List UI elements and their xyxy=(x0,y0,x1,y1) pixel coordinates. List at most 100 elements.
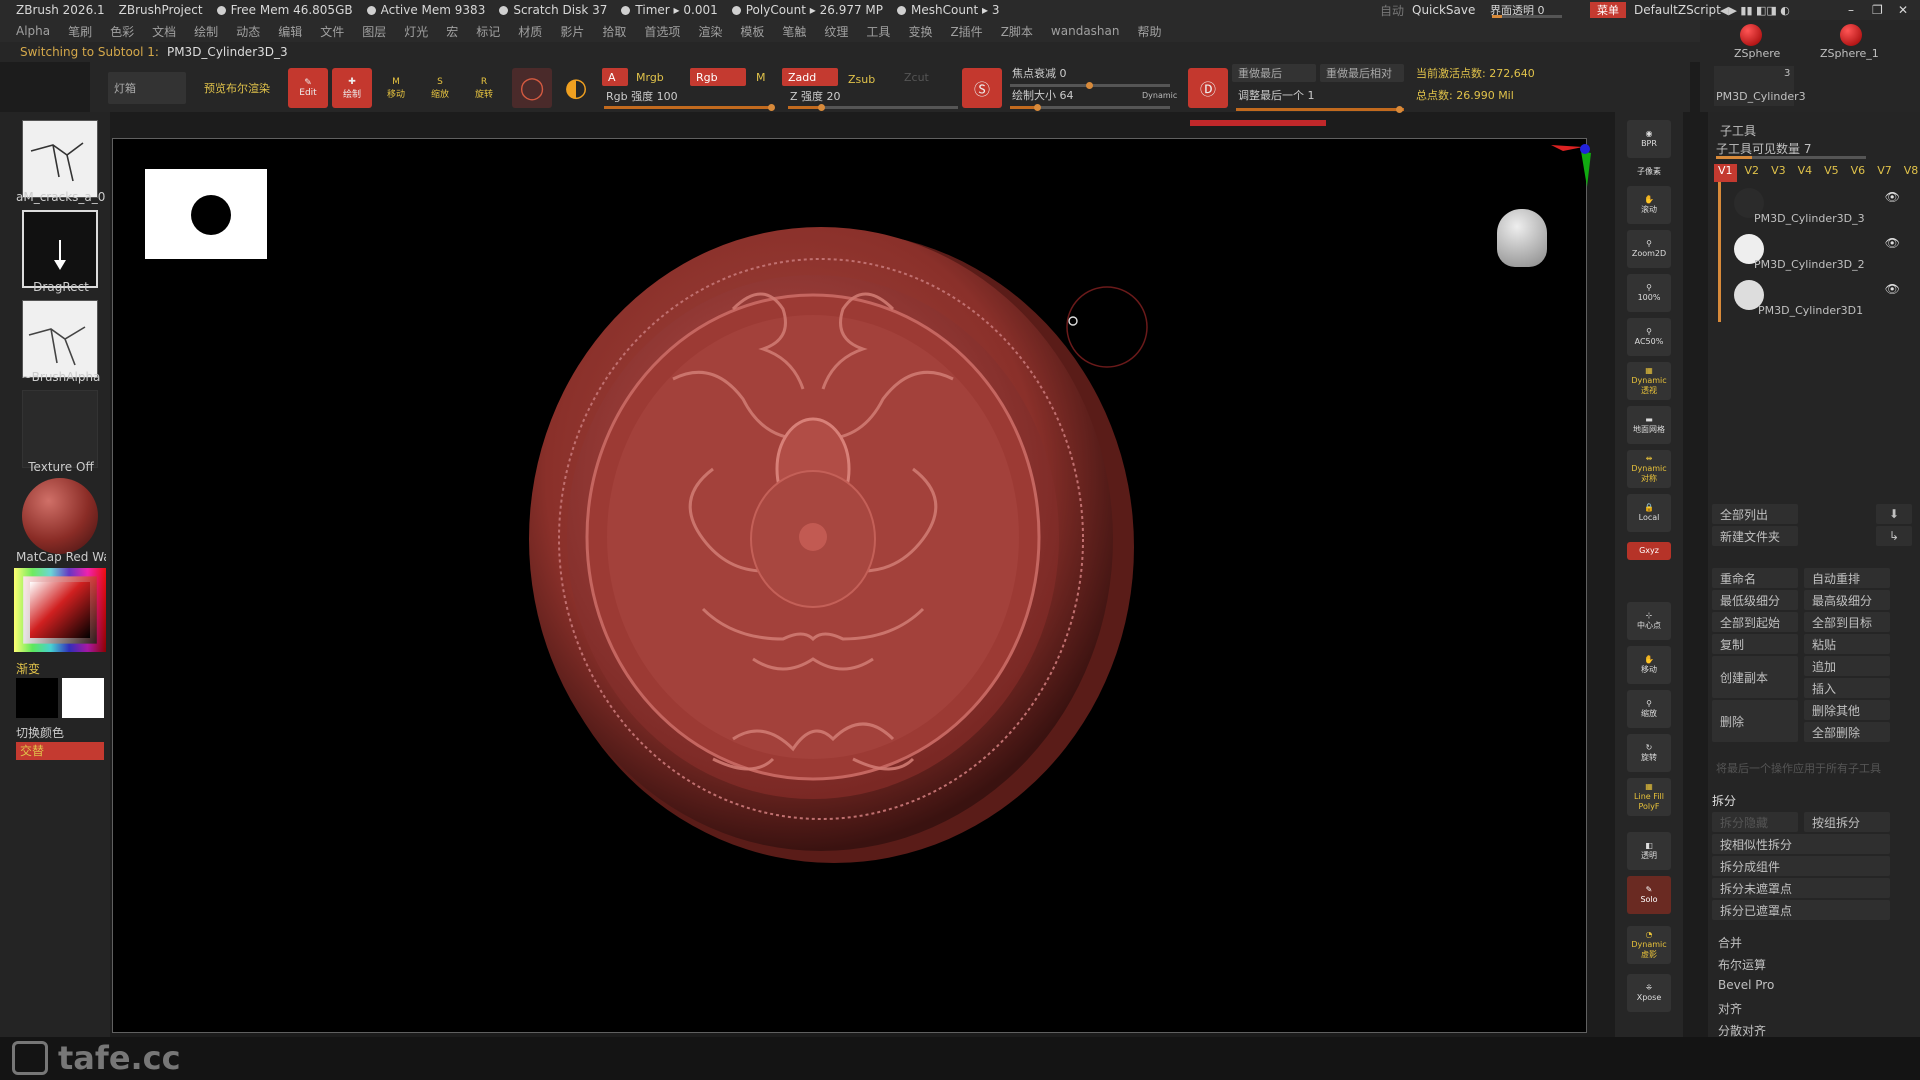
menu-item[interactable]: 标记 xyxy=(476,23,500,40)
menu-item[interactable]: 图层 xyxy=(362,23,386,40)
paste-button[interactable]: 粘贴 xyxy=(1804,634,1890,654)
menu-item[interactable]: 渲染 xyxy=(698,23,722,40)
menu-item[interactable]: 色彩 xyxy=(110,23,134,40)
rgb-intensity[interactable]: Rgb 强度 100 xyxy=(600,88,684,104)
insert-button[interactable]: 插入 xyxy=(1804,678,1890,698)
secondary-color-swatch[interactable] xyxy=(62,678,104,718)
highest-subdiv-button[interactable]: 最高级细分 xyxy=(1804,590,1890,610)
split-parts-button[interactable]: 拆分成组件 xyxy=(1712,856,1890,876)
z-intensity-slider[interactable] xyxy=(788,104,958,111)
move-down-icon[interactable]: ⬇ xyxy=(1876,504,1912,524)
groups-split-button[interactable]: 按组拆分 xyxy=(1804,812,1890,832)
xpose-button[interactable]: ⁜ Xpose xyxy=(1627,974,1671,1012)
ac50-button[interactable]: ⚲ AC50% xyxy=(1627,318,1671,356)
draw-size-slider[interactable] xyxy=(1010,104,1170,111)
menu-item[interactable]: 材质 xyxy=(518,23,542,40)
scale-button[interactable]: S 缩放 xyxy=(420,68,460,108)
menu-item[interactable]: 工具 xyxy=(866,23,890,40)
insert-arrow-icon[interactable]: ↳ xyxy=(1876,526,1912,546)
append-button[interactable]: 追加 xyxy=(1804,656,1890,676)
default-script[interactable]: DefaultZScript xyxy=(1634,3,1721,17)
eye-icon[interactable]: 👁 xyxy=(1885,236,1900,250)
menu-item[interactable]: 绘制 xyxy=(194,23,218,40)
stroke-thumb[interactable] xyxy=(22,210,98,288)
copy-button[interactable]: 复制 xyxy=(1712,634,1798,654)
move-button[interactable]: M 移动 xyxy=(376,68,416,108)
menu-item[interactable]: 帮助 xyxy=(1137,23,1161,40)
transparency-button[interactable]: ◧ 透明 xyxy=(1627,832,1671,870)
edit-button[interactable]: ✎ Edit xyxy=(288,68,328,108)
rgb-intensity-slider[interactable] xyxy=(604,104,775,111)
m-button[interactable]: M xyxy=(750,68,772,86)
alpha-thumb[interactable] xyxy=(22,300,98,378)
align-section[interactable]: 对齐 xyxy=(1718,1000,1742,1017)
canvas-viewport[interactable] xyxy=(112,138,1591,1033)
center-pivot-button[interactable]: ⊹ 中心点 xyxy=(1627,602,1671,640)
brush-alpha-thumb[interactable] xyxy=(22,120,98,198)
mrgb-button[interactable]: Mrgb xyxy=(630,68,670,86)
gxyz-button[interactable]: Gxyz xyxy=(1627,542,1671,560)
menu-item[interactable]: 宏 xyxy=(446,23,458,40)
delete-other-button[interactable]: 删除其他 xyxy=(1804,700,1890,720)
zadd-button[interactable]: Zadd xyxy=(782,68,838,86)
split-masked-button[interactable]: 拆分已遮罩点 xyxy=(1712,900,1890,920)
split-unmasked-button[interactable]: 拆分未遮罩点 xyxy=(1712,878,1890,898)
focal-shift[interactable]: 焦点衰减 0 xyxy=(1006,64,1073,82)
lightbox-button[interactable]: 灯箱 xyxy=(108,72,186,104)
menu-item[interactable]: 笔刷 xyxy=(68,23,92,40)
redo-last-relative-button[interactable]: 重做最后相对 xyxy=(1320,64,1404,82)
menu-item[interactable]: Z插件 xyxy=(950,23,982,40)
texture-thumb[interactable] xyxy=(22,390,98,468)
draw-size[interactable]: 绘制大小 64 xyxy=(1006,86,1080,104)
list-all-button[interactable]: 全部列出 xyxy=(1712,504,1798,524)
gizmo-button[interactable]: ◯ xyxy=(512,68,552,108)
zoom2d-button[interactable]: ⚲ Zoom2D xyxy=(1627,230,1671,268)
preview-bpr-button[interactable]: 预览布尔渲染 xyxy=(198,72,276,104)
material-sphere[interactable] xyxy=(22,478,98,554)
restore-icon[interactable]: ❐ xyxy=(1872,3,1883,17)
ghost-button[interactable]: ◔ Dynamic 虚影 xyxy=(1627,926,1671,964)
dynamesh-button[interactable]: Ⓓ xyxy=(1188,68,1228,108)
quicksave-button[interactable]: QuickSave xyxy=(1412,3,1475,17)
subtool-row-2[interactable]: PM3D_Cylinder3D_2 👁 xyxy=(1720,230,1900,274)
menu-item[interactable]: 首选项 xyxy=(644,23,680,40)
menu-item[interactable]: Alpha xyxy=(16,24,50,38)
new-folder-button[interactable]: 新建文件夹 xyxy=(1712,526,1798,546)
minimize-icon[interactable]: – xyxy=(1848,3,1854,17)
menu-item[interactable]: 纹理 xyxy=(824,23,848,40)
tab-v6[interactable]: V6 xyxy=(1847,164,1870,182)
adjust-last-slider[interactable] xyxy=(1236,106,1404,113)
merge-section[interactable]: 合并 xyxy=(1718,934,1742,951)
menu-item[interactable]: 模板 xyxy=(740,23,764,40)
tab-v1[interactable]: V1 xyxy=(1714,164,1737,182)
tab-v3[interactable]: V3 xyxy=(1767,164,1790,182)
rotate-button[interactable]: R 旋转 xyxy=(464,68,504,108)
menus-button[interactable]: 菜单 xyxy=(1590,2,1626,18)
color-square[interactable] xyxy=(30,582,90,638)
split-section[interactable]: 拆分 xyxy=(1712,792,1736,809)
local-button[interactable]: 🔒 Local xyxy=(1627,494,1671,532)
tab-v7[interactable]: V7 xyxy=(1873,164,1896,182)
tab-v5[interactable]: V5 xyxy=(1820,164,1843,182)
menu-item[interactable]: 拾取 xyxy=(602,23,626,40)
subpixel-label[interactable]: 子像素 xyxy=(1627,162,1671,182)
delete-button[interactable]: 删除 xyxy=(1712,700,1798,742)
menu-item[interactable]: wandashan xyxy=(1051,24,1120,38)
menu-item[interactable]: 变换 xyxy=(908,23,932,40)
polyframe-button[interactable]: ▦ Line Fill PolyF xyxy=(1627,778,1671,816)
eye-icon[interactable]: 👁 xyxy=(1885,190,1900,204)
menu-item[interactable]: 文档 xyxy=(152,23,176,40)
split-hidden-button[interactable]: 拆分隐藏 xyxy=(1712,812,1798,832)
subtool-title[interactable]: 子工具 xyxy=(1720,122,1756,139)
bevel-pro-section[interactable]: Bevel Pro xyxy=(1718,978,1774,992)
zsphere1-icon[interactable] xyxy=(1840,24,1862,46)
menu-item[interactable]: 编辑 xyxy=(278,23,302,40)
zcut-button[interactable]: Zcut xyxy=(898,68,935,86)
boolean-section[interactable]: 布尔运算 xyxy=(1718,956,1766,973)
main-color-swatch[interactable] xyxy=(16,678,58,718)
duplicate-button[interactable]: 创建副本 xyxy=(1712,656,1798,698)
tab-v2[interactable]: V2 xyxy=(1741,164,1764,182)
menu-item[interactable]: 动态 xyxy=(236,23,260,40)
menu-item[interactable]: Z脚本 xyxy=(1001,23,1033,40)
eye-icon[interactable]: 👁 xyxy=(1885,282,1900,296)
